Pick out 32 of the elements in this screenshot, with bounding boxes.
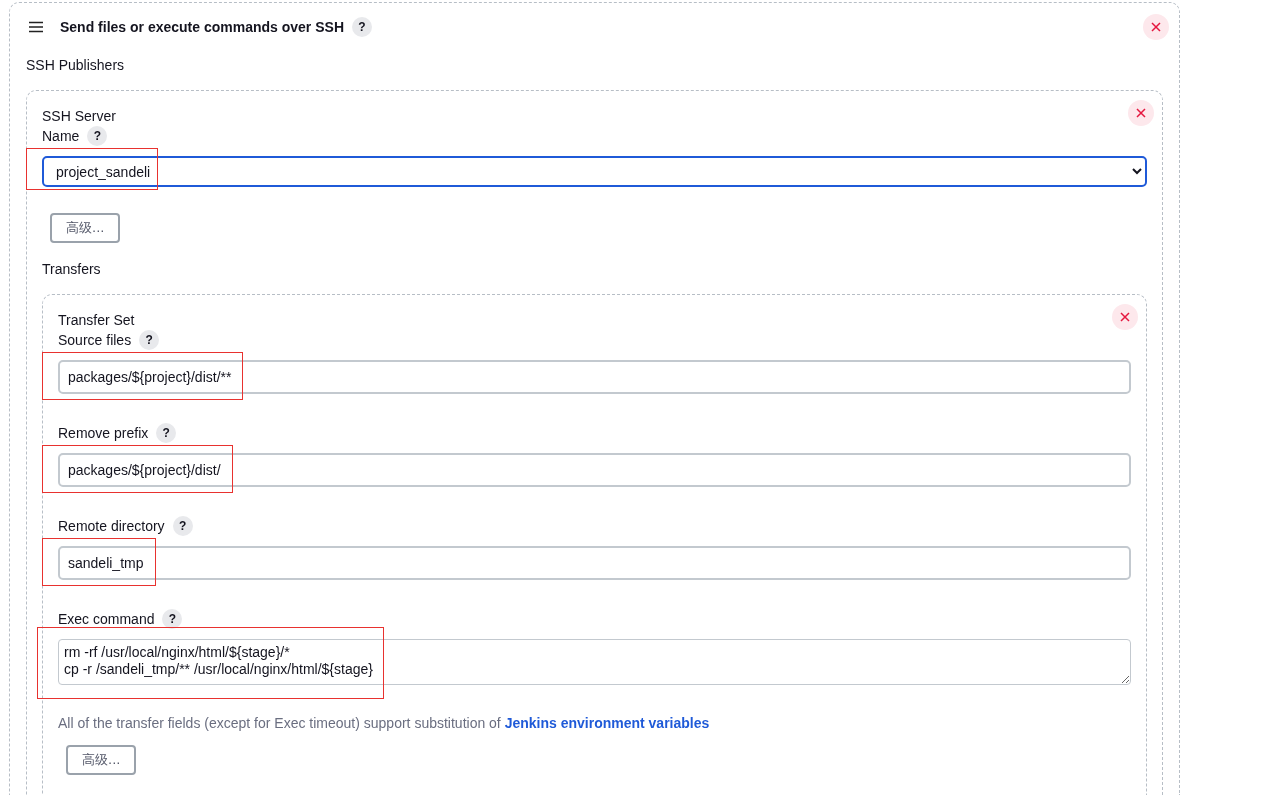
field-label: Exec command — [58, 611, 155, 627]
close-icon — [1151, 22, 1161, 32]
input-field[interactable]: packages/${project}/dist/ — [58, 453, 1131, 487]
input-field[interactable]: sandeli_tmp — [58, 546, 1131, 580]
help-button[interactable]: ? — [139, 330, 160, 350]
field-label: Remove prefix — [58, 425, 149, 441]
group-heading: Transfer Set — [58, 311, 135, 329]
section-title: Send files or execute commands over SSH — [60, 19, 344, 35]
remove-button[interactable] — [1112, 304, 1138, 330]
close-icon — [1120, 312, 1130, 322]
field-label: Name — [42, 128, 80, 144]
environment-variables-link[interactable]: Jenkins environment variables — [504, 715, 710, 731]
command-field[interactable]: rm -rf /usr/local/nginx/html/${stage}/* cp -r /sandeli_tmp/** /usr/local/nginx/html/${stage} — [58, 639, 1131, 685]
input-field[interactable]: packages/${project}/dist/** — [58, 360, 1131, 394]
advanced-button[interactable]: 高级... — [66, 745, 137, 775]
drag-handle-icon — [28, 21, 44, 33]
help-button[interactable]: ? — [352, 17, 372, 37]
field-label: Source files — [58, 332, 132, 348]
close-icon — [1136, 108, 1146, 118]
group-label: Transfers — [42, 260, 102, 279]
help-text: All of the transfer fields (except for Exec timeout) support substitution of Jenkins environment variables — [58, 715, 711, 731]
help-button[interactable]: ? — [156, 423, 177, 443]
server-select[interactable]: project_sandeli — [42, 156, 1147, 187]
section-label: SSH Publishers — [26, 56, 126, 75]
group-heading: SSH Server — [42, 107, 116, 125]
help-button[interactable]: ? — [87, 126, 108, 146]
help-button[interactable]: ? — [162, 609, 183, 629]
remove-button[interactable] — [1143, 14, 1169, 40]
advanced-button[interactable]: 高级... — [50, 213, 121, 243]
field-label: Remote directory — [58, 518, 165, 534]
remove-button[interactable] — [1128, 100, 1154, 126]
help-button[interactable]: ? — [172, 516, 193, 536]
